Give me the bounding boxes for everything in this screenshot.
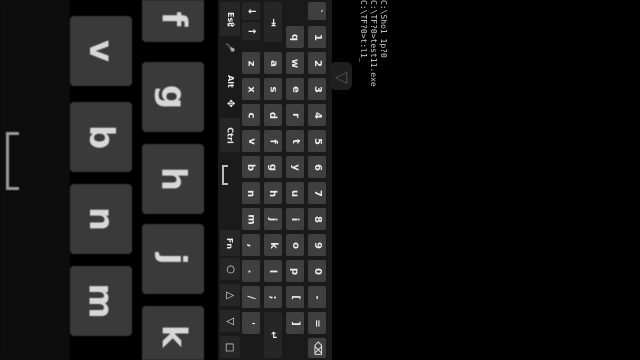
- key-backtick[interactable]: `: [308, 2, 326, 20]
- key-enter[interactable]: ↵: [264, 312, 282, 358]
- bg-key-m: m: [70, 266, 132, 336]
- key-6[interactable]: 6: [308, 156, 326, 178]
- key-alt[interactable]: Alt: [220, 66, 240, 96]
- key-4[interactable]: 4: [308, 104, 326, 126]
- key-t[interactable]: t: [286, 130, 304, 152]
- key-s[interactable]: s: [264, 78, 282, 100]
- bg-key-j: j: [142, 224, 204, 294]
- settings-icon[interactable]: ✥: [220, 94, 240, 112]
- bg-key-k: k: [142, 306, 204, 360]
- key-5[interactable]: 5: [308, 130, 326, 152]
- key-up-arrow[interactable]: ↑: [242, 22, 260, 40]
- bg-key-g: g: [142, 62, 204, 132]
- key-left-bracket[interactable]: [: [286, 286, 304, 308]
- zoomed-keyboard-background: f v g b h n j m k: [0, 0, 212, 360]
- recent-apps-icon[interactable]: □: [220, 336, 240, 358]
- terminal-line-1: C:\Sho1 1p?0: [379, 0, 388, 58]
- key-r[interactable]: r: [286, 104, 304, 126]
- key-d[interactable]: d: [264, 104, 282, 126]
- key-9[interactable]: 9: [308, 234, 326, 256]
- key-i[interactable]: i: [286, 208, 304, 230]
- key-z[interactable]: z: [242, 52, 260, 74]
- key-a[interactable]: a: [264, 52, 282, 74]
- shift-icon[interactable]: ⇧: [220, 14, 240, 34]
- key-2[interactable]: 2: [308, 52, 326, 74]
- key-0[interactable]: 0: [308, 260, 326, 282]
- key-ctrl[interactable]: Ctrl: [220, 118, 240, 152]
- key-g[interactable]: g: [264, 156, 282, 178]
- key-slash[interactable]: /: [242, 286, 260, 308]
- key-u[interactable]: u: [286, 182, 304, 204]
- key-1[interactable]: 1: [308, 26, 326, 48]
- background-text-cursor: [6, 132, 19, 190]
- key-n[interactable]: n: [242, 182, 260, 204]
- key-period[interactable]: .: [242, 260, 260, 282]
- back-icon[interactable]: ▽: [220, 310, 240, 332]
- key-l[interactable]: l: [264, 260, 282, 282]
- key-p[interactable]: p: [286, 260, 304, 282]
- key-q[interactable]: q: [286, 26, 304, 48]
- key-down-arrow[interactable]: ↓: [242, 2, 260, 20]
- overlay-icon: ◁: [330, 62, 352, 90]
- bg-key-f: f: [142, 0, 204, 42]
- terminal-overlay: C:\Sho1 1p?0 C:\TF?0>test11.exe C:\TF?0>…: [359, 0, 392, 87]
- terminal-line-2: C:\TF?0>test11.exe: [369, 0, 378, 87]
- key-7[interactable]: 7: [308, 182, 326, 204]
- key-8[interactable]: 8: [308, 208, 326, 230]
- key-minus[interactable]: -: [308, 286, 326, 308]
- key-o[interactable]: o: [286, 234, 304, 256]
- home-icon[interactable]: ○: [220, 258, 240, 280]
- key-f[interactable]: f: [264, 130, 282, 152]
- key-b[interactable]: b: [242, 156, 260, 178]
- key-fn[interactable]: Fn: [220, 230, 240, 256]
- microphone-icon[interactable]: 🎤: [220, 38, 240, 56]
- key-j[interactable]: j: [264, 208, 282, 230]
- screen: f v g b h n j m k Esc ⇧ 🎤 Ctrl Alt ✥ Fn …: [0, 0, 640, 360]
- key-tab[interactable]: ⇥: [264, 2, 282, 42]
- bg-key-v: v: [70, 16, 132, 86]
- key-e[interactable]: e: [286, 78, 304, 100]
- nav-up-icon[interactable]: △: [220, 284, 240, 306]
- key-c[interactable]: c: [242, 104, 260, 126]
- key-k[interactable]: k: [264, 234, 282, 256]
- bg-key-b: b: [70, 102, 132, 172]
- key-right-bracket[interactable]: ]: [286, 312, 304, 334]
- bg-key-h: h: [142, 144, 204, 214]
- key-h[interactable]: h: [264, 182, 282, 204]
- key-equals[interactable]: =: [308, 312, 326, 334]
- key-y[interactable]: y: [286, 156, 304, 178]
- key-x[interactable]: x: [242, 78, 260, 100]
- key-semicolon[interactable]: ;: [264, 286, 282, 308]
- key-3[interactable]: 3: [308, 78, 326, 100]
- key-v[interactable]: v: [242, 130, 260, 152]
- key-apostrophe[interactable]: ': [242, 312, 260, 334]
- key-comma[interactable]: ,: [242, 234, 260, 256]
- key-w[interactable]: w: [286, 52, 304, 74]
- keyboard-text-cursor: [222, 165, 228, 185]
- soft-keyboard: Esc ⇧ 🎤 Ctrl Alt ✥ Fn ○ △ ▽ □ ↓ ↑ z x c …: [218, 0, 332, 360]
- key-backspace[interactable]: ⌫: [308, 338, 326, 358]
- key-m[interactable]: m: [242, 208, 260, 230]
- bg-key-n: n: [70, 184, 132, 254]
- terminal-line-3: C:\TF?0>t:l1_: [359, 0, 368, 63]
